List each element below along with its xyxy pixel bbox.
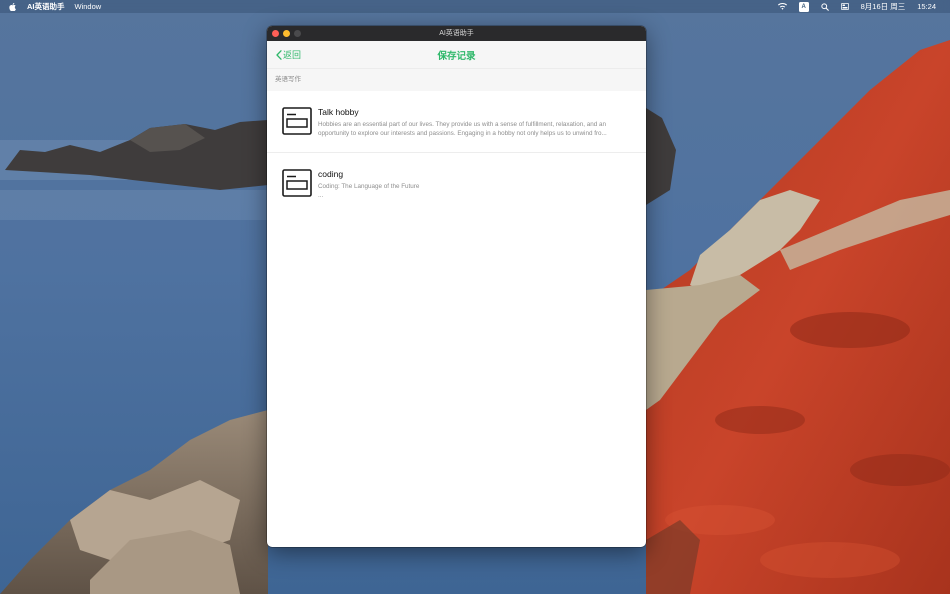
- search-icon[interactable]: [815, 2, 835, 11]
- app-window: AI英语助手 返回 保存记录 英语写作 Talk hobby Hobbies a…: [267, 26, 646, 547]
- apple-logo-icon[interactable]: [0, 2, 22, 11]
- window-titlebar[interactable]: AI英语助手: [267, 26, 646, 41]
- record-description-more: ...: [318, 191, 324, 199]
- saved-records-list: Talk hobby Hobbies are an essential part…: [267, 91, 646, 214]
- record-title: Talk hobby: [318, 107, 359, 117]
- zoom-window-button[interactable]: [294, 30, 301, 37]
- record-title: coding: [318, 169, 344, 179]
- menu-bar: AI英语助手 Window A 8月16日 周三 15:24: [0, 0, 950, 13]
- list-item-text: Talk hobby Hobbies are an essential part…: [318, 106, 634, 138]
- input-method-label: A: [798, 1, 809, 12]
- menu-bar-status-area: A 8月16日 周三 15:24: [772, 0, 950, 13]
- menu-bar-time[interactable]: 15:24: [911, 0, 942, 13]
- window-title: AI英语助手: [439, 30, 474, 37]
- control-center-icon[interactable]: [835, 3, 855, 10]
- section-header: 英语写作: [267, 69, 646, 91]
- input-method-icon[interactable]: A: [793, 1, 815, 12]
- minimize-window-button[interactable]: [283, 30, 290, 37]
- traffic-lights: [272, 30, 301, 37]
- wifi-icon[interactable]: [772, 3, 793, 10]
- document-card-icon: [282, 169, 312, 197]
- list-item[interactable]: Talk hobby Hobbies are an essential part…: [267, 91, 646, 153]
- menu-bar-date[interactable]: 8月16日 周三: [855, 0, 912, 13]
- list-item-text: coding Coding: The Language of the Futur…: [318, 168, 634, 199]
- list-item[interactable]: coding Coding: The Language of the Futur…: [267, 153, 646, 214]
- record-description: Coding: The Language of the Future: [318, 183, 420, 190]
- menu-app-name[interactable]: AI英语助手: [22, 0, 70, 13]
- record-description: Hobbies are an essential part of our liv…: [318, 121, 607, 137]
- document-card-icon: [282, 107, 312, 135]
- close-window-button[interactable]: [272, 30, 279, 37]
- menu-window[interactable]: Window: [70, 0, 107, 13]
- navigation-bar: 返回 保存记录: [267, 41, 646, 69]
- page-title: 保存记录: [437, 51, 476, 62]
